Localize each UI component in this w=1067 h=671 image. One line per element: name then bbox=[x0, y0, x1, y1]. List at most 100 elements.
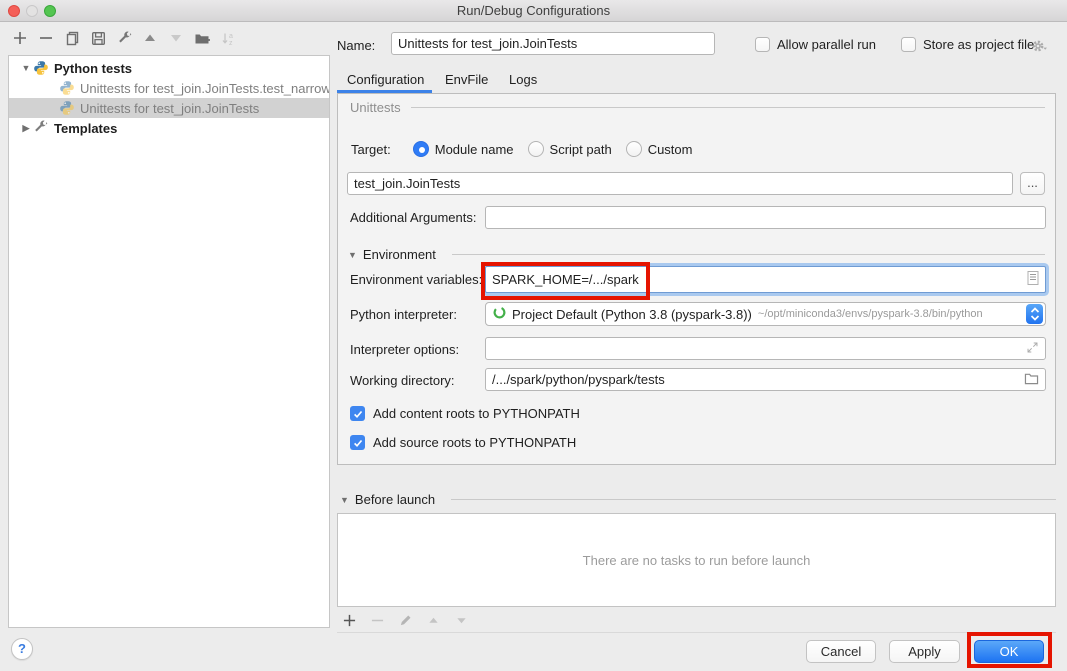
python-interpreter-value: Project Default (Python 3.8 (pyspark-3.8… bbox=[512, 307, 752, 322]
environment-section-header[interactable]: ▼ Environment bbox=[348, 247, 1045, 262]
environment-variables-value: SPARK_HOME=/.../spark bbox=[492, 272, 1027, 287]
combobox-arrows-icon[interactable] bbox=[1026, 304, 1043, 324]
add-source-roots-checkbox[interactable]: Add source roots to PYTHONPATH bbox=[350, 435, 576, 450]
copy-configuration-icon[interactable] bbox=[64, 30, 80, 46]
tree-item-unittests-test-narrow[interactable]: Unittests for test_join.JoinTests.test_n… bbox=[9, 78, 329, 98]
before-launch-label: Before launch bbox=[355, 492, 435, 507]
cancel-button[interactable]: Cancel bbox=[806, 640, 876, 663]
footer-separator bbox=[337, 632, 1056, 633]
additional-arguments-input[interactable] bbox=[485, 206, 1046, 229]
before-launch-section-header[interactable]: ▼ Before launch bbox=[340, 492, 1056, 507]
minimize-window-button[interactable] bbox=[26, 5, 38, 17]
before-launch-task-list[interactable]: There are no tasks to run before launch bbox=[337, 513, 1056, 607]
environment-variables-label: Environment variables: bbox=[350, 272, 482, 287]
svg-text:a: a bbox=[229, 33, 233, 40]
new-folder-icon[interactable] bbox=[194, 30, 210, 46]
move-up-icon[interactable] bbox=[142, 30, 158, 46]
remove-task-icon bbox=[369, 612, 385, 628]
target-label: Target: bbox=[351, 142, 391, 157]
working-directory-input[interactable]: /.../spark/python/pyspark/tests bbox=[485, 368, 1046, 391]
store-as-project-file-checkbox[interactable]: Store as project file bbox=[901, 37, 1034, 52]
radio-module-name-label: Module name bbox=[435, 142, 514, 157]
checkbox-unchecked-icon[interactable] bbox=[755, 37, 770, 52]
add-content-roots-checkbox[interactable]: Add content roots to PYTHONPATH bbox=[350, 406, 580, 421]
conda-environment-icon bbox=[492, 305, 507, 323]
apply-button[interactable]: Apply bbox=[889, 640, 960, 663]
additional-arguments-label: Additional Arguments: bbox=[350, 210, 476, 225]
save-configuration-icon[interactable] bbox=[90, 30, 106, 46]
radio-custom-label: Custom bbox=[648, 142, 693, 157]
python-test-icon bbox=[59, 100, 75, 116]
store-options-gear-icon[interactable] bbox=[1030, 38, 1048, 54]
section-expanded-arrow-icon[interactable]: ▼ bbox=[348, 250, 357, 260]
target-row: Target: Module name Script path Custom bbox=[351, 139, 706, 159]
radio-module-name[interactable]: Module name bbox=[413, 141, 514, 157]
environment-variables-input[interactable]: SPARK_HOME=/.../spark bbox=[485, 266, 1046, 293]
checkbox-checked-icon[interactable] bbox=[350, 406, 365, 421]
tree-item-python-tests[interactable]: ▼ Python tests bbox=[9, 58, 329, 78]
tab-logs[interactable]: Logs bbox=[509, 72, 537, 87]
python-tests-icon bbox=[33, 60, 49, 76]
section-divider bbox=[452, 254, 1045, 255]
checkbox-checked-icon[interactable] bbox=[350, 435, 365, 450]
move-down-icon bbox=[168, 30, 184, 46]
before-launch-empty-text: There are no tasks to run before launch bbox=[583, 553, 811, 568]
expand-field-icon[interactable] bbox=[1026, 341, 1039, 357]
unittests-group-header: Unittests bbox=[350, 97, 1045, 117]
section-divider bbox=[451, 499, 1056, 500]
browse-folder-icon[interactable] bbox=[1024, 372, 1039, 388]
expanded-arrow-icon[interactable]: ▼ bbox=[19, 63, 33, 73]
tree-item-label: Unittests for test_join.JoinTests.test_n… bbox=[80, 81, 329, 96]
configuration-panel: Unittests Target: Module name Script pat… bbox=[337, 93, 1056, 465]
python-interpreter-path: ~/opt/miniconda3/envs/pyspark-3.8/bin/py… bbox=[758, 308, 1026, 320]
python-interpreter-label: Python interpreter: bbox=[350, 307, 457, 322]
add-content-roots-label: Add content roots to PYTHONPATH bbox=[373, 406, 580, 421]
tree-item-unittests-jointests-selected[interactable]: Unittests for test_join.JoinTests bbox=[9, 98, 329, 118]
edit-templates-icon[interactable] bbox=[116, 30, 132, 46]
help-button[interactable]: ? bbox=[11, 638, 33, 660]
tree-item-templates[interactable]: ▶ Templates bbox=[9, 118, 329, 138]
radio-unselected-icon[interactable] bbox=[626, 141, 642, 157]
edit-task-pencil-icon bbox=[397, 612, 413, 628]
remove-configuration-icon[interactable] bbox=[38, 30, 54, 46]
configurations-toolbar: az bbox=[12, 30, 236, 46]
radio-script-path[interactable]: Script path bbox=[528, 141, 612, 157]
unittests-group-label: Unittests bbox=[350, 100, 401, 115]
interpreter-options-input[interactable] bbox=[485, 337, 1046, 360]
templates-wrench-icon bbox=[33, 120, 49, 136]
browse-module-button[interactable]: ... bbox=[1020, 172, 1045, 195]
module-name-input[interactable] bbox=[347, 172, 1013, 195]
radio-unselected-icon[interactable] bbox=[528, 141, 544, 157]
move-task-down-icon bbox=[453, 612, 469, 628]
store-as-project-file-label: Store as project file bbox=[923, 37, 1034, 52]
add-task-icon[interactable] bbox=[341, 612, 357, 628]
tree-item-label: Unittests for test_join.JoinTests bbox=[80, 101, 259, 116]
radio-custom[interactable]: Custom bbox=[626, 141, 693, 157]
tab-configuration[interactable]: Configuration bbox=[347, 72, 424, 87]
move-task-up-icon bbox=[425, 612, 441, 628]
sort-alphabetically-icon: az bbox=[220, 30, 236, 46]
svg-text:z: z bbox=[229, 40, 233, 46]
allow-parallel-run-label: Allow parallel run bbox=[777, 37, 876, 52]
configurations-tree: ▼ Python tests Unittests for test_join.J… bbox=[8, 55, 330, 628]
tree-item-label: Python tests bbox=[54, 61, 132, 76]
group-divider bbox=[411, 107, 1045, 108]
name-input[interactable] bbox=[391, 32, 715, 55]
section-expanded-arrow-icon[interactable]: ▼ bbox=[340, 495, 349, 505]
python-interpreter-select[interactable]: Project Default (Python 3.8 (pyspark-3.8… bbox=[485, 302, 1046, 326]
before-launch-toolbar bbox=[341, 612, 469, 628]
close-window-button[interactable] bbox=[8, 5, 20, 17]
radio-selected-icon[interactable] bbox=[413, 141, 429, 157]
window-title: Run/Debug Configurations bbox=[0, 0, 1067, 21]
add-configuration-icon[interactable] bbox=[12, 30, 28, 46]
edit-environment-variables-icon[interactable] bbox=[1027, 271, 1039, 288]
zoom-window-button[interactable] bbox=[44, 5, 56, 17]
allow-parallel-run-checkbox[interactable]: Allow parallel run bbox=[755, 37, 876, 52]
collapsed-arrow-icon[interactable]: ▶ bbox=[19, 123, 33, 134]
name-label: Name: bbox=[337, 38, 375, 53]
tab-envfile[interactable]: EnvFile bbox=[445, 72, 488, 87]
checkbox-unchecked-icon[interactable] bbox=[901, 37, 916, 52]
radio-script-path-label: Script path bbox=[550, 142, 612, 157]
python-test-icon bbox=[59, 80, 75, 96]
ok-button[interactable]: OK bbox=[974, 640, 1044, 663]
